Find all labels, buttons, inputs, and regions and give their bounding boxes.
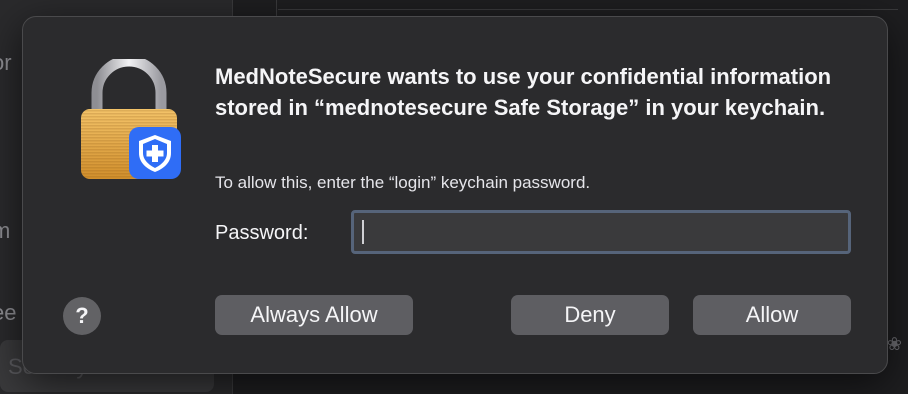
always-allow-button[interactable]: Always Allow [215, 295, 413, 335]
password-field[interactable] [351, 210, 851, 254]
background-sidebar-item: m [0, 218, 11, 243]
dialog-title: MedNoteSecure wants to use your confiden… [215, 64, 832, 120]
help-button[interactable]: ? [63, 297, 101, 335]
background-sidebar-item: or [0, 50, 12, 75]
text-cursor [362, 220, 364, 244]
dialog-message: To allow this, enter the “login” keychai… [215, 173, 591, 192]
deny-button[interactable]: Deny [511, 295, 669, 335]
background-gear-icon: ❀ [886, 334, 902, 354]
keychain-access-dialog: MedNoteSecure wants to use your confiden… [22, 16, 888, 374]
background-divider [278, 9, 898, 10]
lock-with-shield-icon [81, 59, 181, 179]
allow-button[interactable]: Allow [693, 295, 851, 335]
password-label: Password: [215, 222, 309, 244]
background-sidebar-item: ee [0, 300, 17, 325]
